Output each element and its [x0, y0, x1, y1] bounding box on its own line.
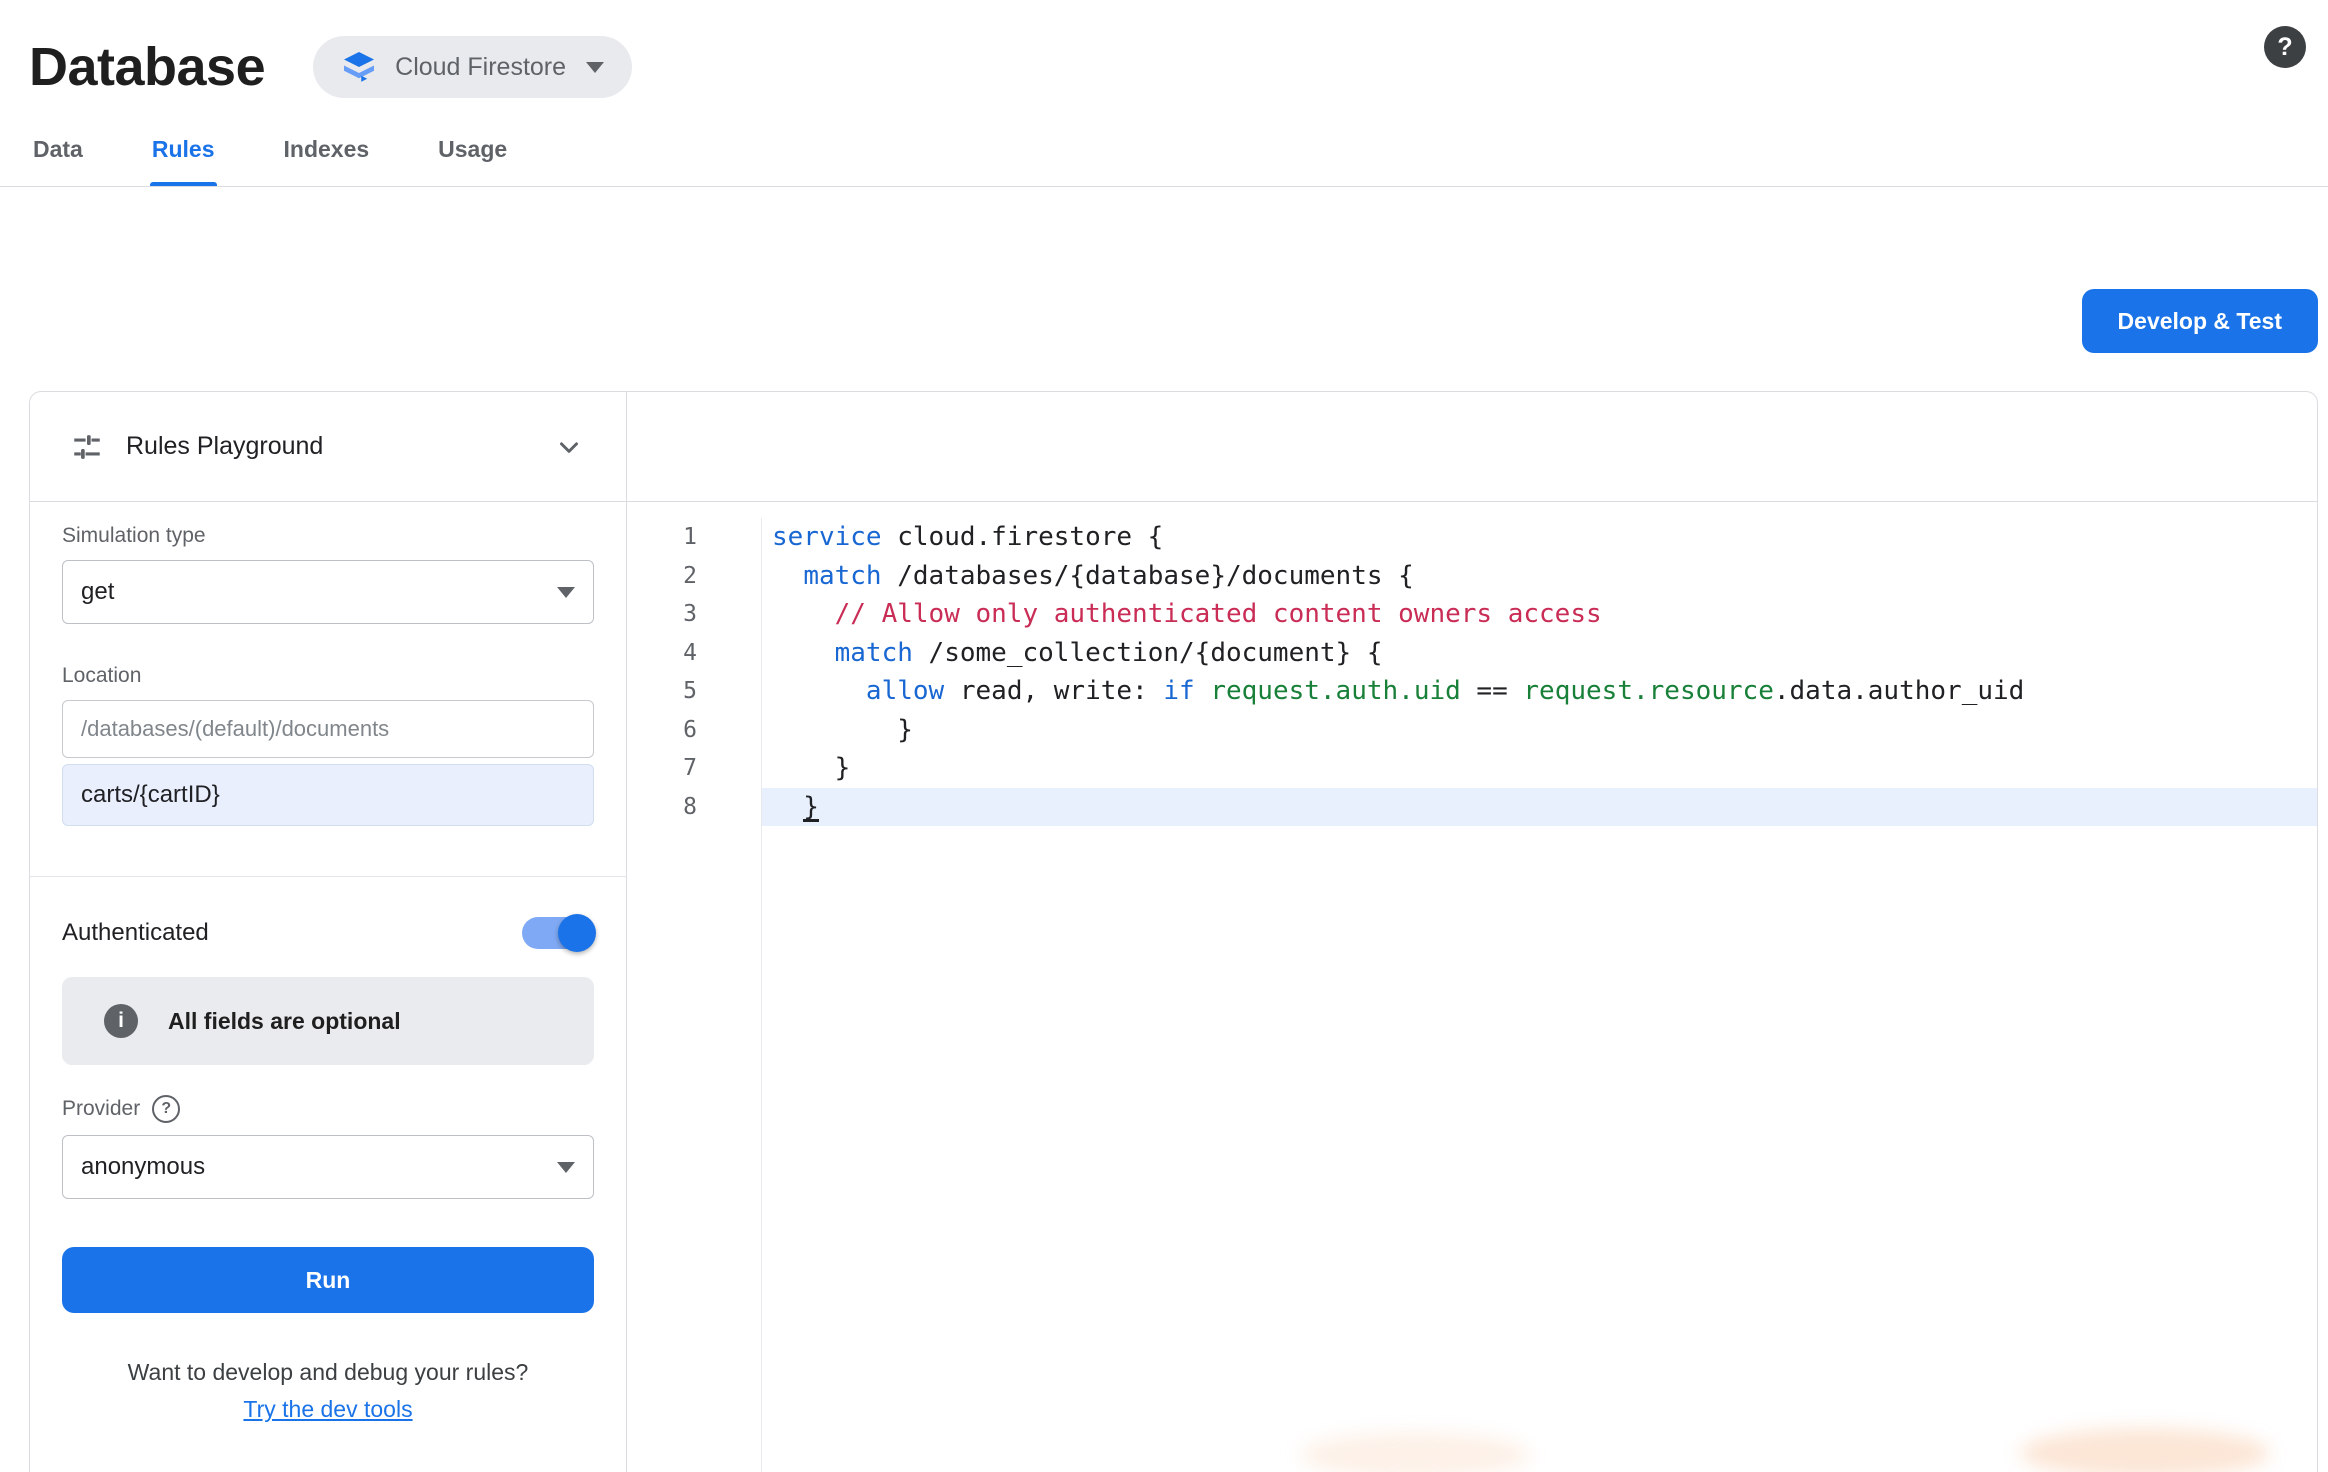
toggle-thumb	[558, 914, 596, 952]
develop-test-button[interactable]: Develop & Test	[2082, 289, 2318, 353]
editor-code[interactable]: service cloud.firestore { match /databas…	[762, 518, 2317, 1472]
tune-icon	[70, 430, 104, 464]
playground-header: Rules Playground	[30, 392, 627, 502]
line-number: 6	[627, 711, 761, 750]
code-line-4[interactable]: match /some_collection/{document} {	[762, 634, 2317, 673]
location-placeholder: /databases/(default)/documents	[81, 716, 389, 742]
line-number: 2	[627, 557, 761, 596]
help-icon[interactable]: ?	[2264, 26, 2306, 68]
tab-strip: Data Rules Indexes Usage	[0, 112, 2328, 187]
simulation-type-value: get	[81, 578, 114, 606]
tab-data[interactable]: Data	[31, 112, 85, 186]
code-line-1[interactable]: service cloud.firestore {	[762, 518, 2317, 557]
collapse-chevron-icon[interactable]	[552, 430, 586, 464]
playground-title: Rules Playground	[126, 432, 552, 461]
divider	[30, 876, 626, 877]
page-title: Database	[29, 36, 265, 98]
info-banner-text: All fields are optional	[168, 1008, 401, 1035]
code-line-5[interactable]: allow read, write: if request.auth.uid =…	[762, 672, 2317, 711]
product-selector[interactable]: Cloud Firestore	[313, 36, 632, 98]
simulation-type-select[interactable]: get	[62, 560, 594, 624]
app-header: Database Cloud Firestore ?	[0, 0, 2328, 112]
editor-toolbar	[627, 392, 2317, 502]
authenticated-toggle[interactable]	[522, 917, 594, 949]
provider-help-icon[interactable]: ?	[152, 1095, 180, 1123]
provider-value: anonymous	[81, 1153, 205, 1181]
provider-row: Provider ?	[62, 1095, 594, 1123]
line-number: 1	[627, 518, 761, 557]
tab-bar: Data Rules Indexes Usage	[31, 112, 2328, 186]
location-input[interactable]: carts/{cartID}	[62, 764, 594, 826]
code-line-6[interactable]: }	[762, 711, 2317, 750]
text-cursor	[803, 796, 819, 822]
code-line-3[interactable]: // Allow only authenticated content owne…	[762, 595, 2317, 634]
line-number: 7	[627, 749, 761, 788]
product-selector-label: Cloud Firestore	[395, 53, 566, 82]
rules-card: Rules Playground Simulation type get Loc…	[29, 391, 2318, 1472]
rules-editor[interactable]: 12345678 service cloud.firestore { match…	[627, 502, 2317, 1472]
dev-tools-question: Want to develop and debug your rules?	[62, 1359, 594, 1386]
simulation-type-label: Simulation type	[62, 524, 206, 547]
action-row: Develop & Test	[0, 187, 2328, 353]
line-number: 4	[627, 634, 761, 673]
info-banner: i All fields are optional	[62, 977, 594, 1065]
editor-gutter: 12345678	[627, 518, 762, 1472]
tab-usage[interactable]: Usage	[436, 112, 509, 186]
line-number: 8	[627, 788, 761, 827]
provider-label: Provider	[62, 1097, 140, 1121]
code-line-2[interactable]: match /databases/{database}/documents {	[762, 557, 2317, 596]
location-value: carts/{cartID}	[81, 781, 220, 809]
dropdown-arrow-icon	[557, 587, 575, 598]
dev-tools-link[interactable]: Try the dev tools	[243, 1396, 412, 1422]
line-number: 3	[627, 595, 761, 634]
cloud-firestore-icon	[341, 49, 377, 85]
dropdown-arrow-icon	[557, 1162, 575, 1173]
tab-rules[interactable]: Rules	[150, 112, 217, 186]
location-base-path: /databases/(default)/documents	[62, 700, 594, 758]
provider-select[interactable]: anonymous	[62, 1135, 594, 1199]
line-number: 5	[627, 672, 761, 711]
chevron-down-icon	[586, 62, 604, 73]
rules-playground-panel: Simulation type get Location /databases/…	[30, 502, 627, 1472]
authenticated-label: Authenticated	[62, 919, 209, 947]
run-button[interactable]: Run	[62, 1247, 594, 1313]
tab-indexes[interactable]: Indexes	[282, 112, 372, 186]
code-line-8[interactable]: }	[762, 788, 2317, 827]
info-icon: i	[104, 1004, 138, 1038]
code-line-7[interactable]: }	[762, 749, 2317, 788]
authenticated-row: Authenticated	[62, 917, 594, 949]
location-label: Location	[62, 664, 594, 688]
